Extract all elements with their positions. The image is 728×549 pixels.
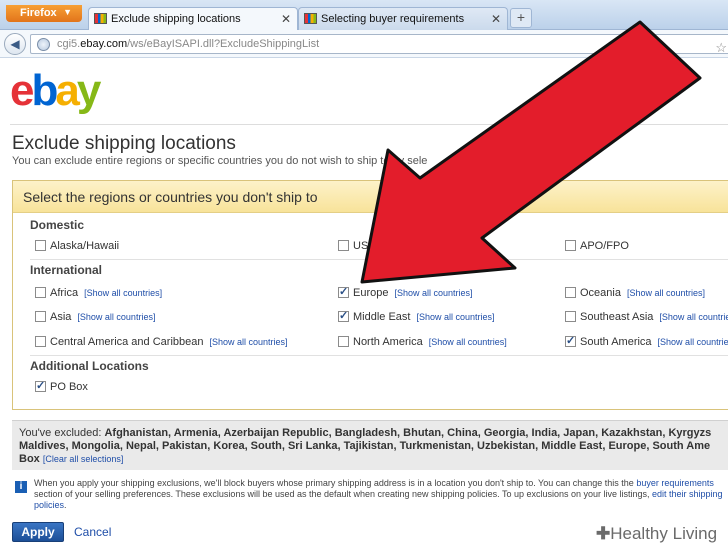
checkbox-central-america-caribbean[interactable]: Central America and Caribbean [Show all c… [35,335,288,349]
tab-label: Selecting buyer requirements [321,13,465,25]
show-all-countries-link[interactable]: [Show all countries] [84,288,162,298]
checkbox-box[interactable] [35,311,46,322]
clear-all-selections-link[interactable]: [Clear all selections] [43,454,124,464]
firefox-menu-button[interactable]: Firefox ▼ [6,5,82,22]
ebay-favicon-icon [94,13,107,24]
tab-label: Exclude shipping locations [111,13,241,25]
checkbox-oceania[interactable]: Oceania [Show all countries] [565,286,705,300]
show-all-countries-link[interactable]: [Show all countries] [416,312,494,322]
globe-icon [37,38,50,51]
checkbox-box[interactable] [338,336,349,347]
checkbox-box[interactable] [35,240,46,251]
cancel-link[interactable]: Cancel [74,525,111,539]
checkbox-box[interactable] [35,287,46,298]
checkbox-middle-east[interactable]: Middle East[Show all countries] [338,309,495,324]
checkbox-box[interactable] [565,287,576,298]
checkbox-box[interactable] [35,379,46,393]
buyer-requirements-link[interactable]: buyer requirements [636,478,714,488]
checkbox-box[interactable] [565,240,576,251]
checkbox-asia[interactable]: Asia [Show all countries] [35,310,155,324]
browser-nav-bar: ◀ cgi5.ebay.com/ws/eBayISAPI.dll?Exclude… [0,30,728,58]
panel-heading: Select the regions or countries you don'… [13,181,728,213]
show-all-countries-link[interactable]: [Show all countries] [77,312,155,322]
checkbox-box[interactable] [338,285,349,299]
header-divider [10,124,728,125]
page-subtitle: You can exclude entire regions or specif… [12,155,428,167]
back-arrow-icon[interactable]: ◀ [4,33,26,55]
checkbox-europe[interactable]: Europe[Show all countries] [338,285,473,300]
region-selection-panel: Select the regions or countries you don'… [12,180,728,410]
checkbox-box[interactable] [338,240,349,251]
group-domestic-heading: Domestic [30,218,85,232]
group-divider [30,259,728,260]
checkbox-north-america[interactable]: North America [Show all countries] [338,335,507,349]
excluded-summary: You've excluded: Afghanistan, Armenia, A… [12,420,728,470]
info-icon: i [15,481,27,493]
url-path: /ws/eBayISAPI.dll?ExcludeShippingList [127,38,320,50]
browser-tab-bar: Firefox ▼ Exclude shipping locations ✕ S… [0,0,728,30]
tab-exclude-shipping[interactable]: Exclude shipping locations ✕ [88,7,298,30]
firefox-menu-label: Firefox [20,7,57,19]
checkbox-box[interactable] [35,336,46,347]
chevron-down-icon: ▼ [63,7,72,17]
checkbox-southeast-asia[interactable]: Southeast Asia[Show all countries] [565,310,728,324]
ebay-favicon-icon [304,13,317,24]
checkbox-po-box[interactable]: PO Box [35,379,88,394]
checkbox-us-protectorates[interactable]: US P [338,239,379,253]
show-all-countries-link[interactable]: [Show all countries] [429,337,507,347]
group-divider [30,355,728,356]
bookmark-star-icon[interactable]: ☆ [715,40,727,53]
checkbox-africa[interactable]: Africa [Show all countries] [35,286,162,300]
group-additional-heading: Additional Locations [30,359,149,373]
url-prefix: cgi5. [57,38,81,50]
checkbox-box[interactable] [338,309,349,323]
excluded-prefix: You've excluded: [19,427,105,439]
apply-button[interactable]: Apply [12,522,64,542]
checkbox-south-america[interactable]: South America[Show all countries] [565,334,728,349]
checkbox-apo-fpo[interactable]: APO/FPO [565,239,629,253]
close-icon[interactable]: ✕ [281,12,291,26]
show-all-countries-link[interactable]: [Show all countries] [659,312,728,322]
info-note: i When you apply your shipping exclusion… [12,478,728,516]
tab-buyer-requirements[interactable]: Selecting buyer requirements ✕ [298,7,508,30]
close-icon[interactable]: ✕ [491,12,501,26]
url-domain: ebay.com [80,38,128,50]
show-all-countries-link[interactable]: [Show all countries] [394,288,472,298]
checkbox-alaska-hawaii[interactable]: Alaska/Hawaii [35,239,119,253]
new-tab-button[interactable]: + [510,8,532,28]
plus-icon: ✚ [596,524,611,543]
checkbox-box[interactable] [565,334,576,348]
watermark-logo: ✚Healthy Living [596,524,718,543]
show-all-countries-link[interactable]: [Show all countries] [627,288,705,298]
group-international-heading: International [30,263,103,277]
checkbox-box[interactable] [565,311,576,322]
page-title: Exclude shipping locations [12,133,236,154]
address-bar[interactable]: cgi5.ebay.com/ws/eBayISAPI.dll?ExcludeSh… [30,34,728,54]
show-all-countries-link[interactable]: [Show all countries] [658,337,728,347]
show-all-countries-link[interactable]: [Show all countries] [209,337,287,347]
ebay-logo[interactable]: ebay [10,66,101,116]
